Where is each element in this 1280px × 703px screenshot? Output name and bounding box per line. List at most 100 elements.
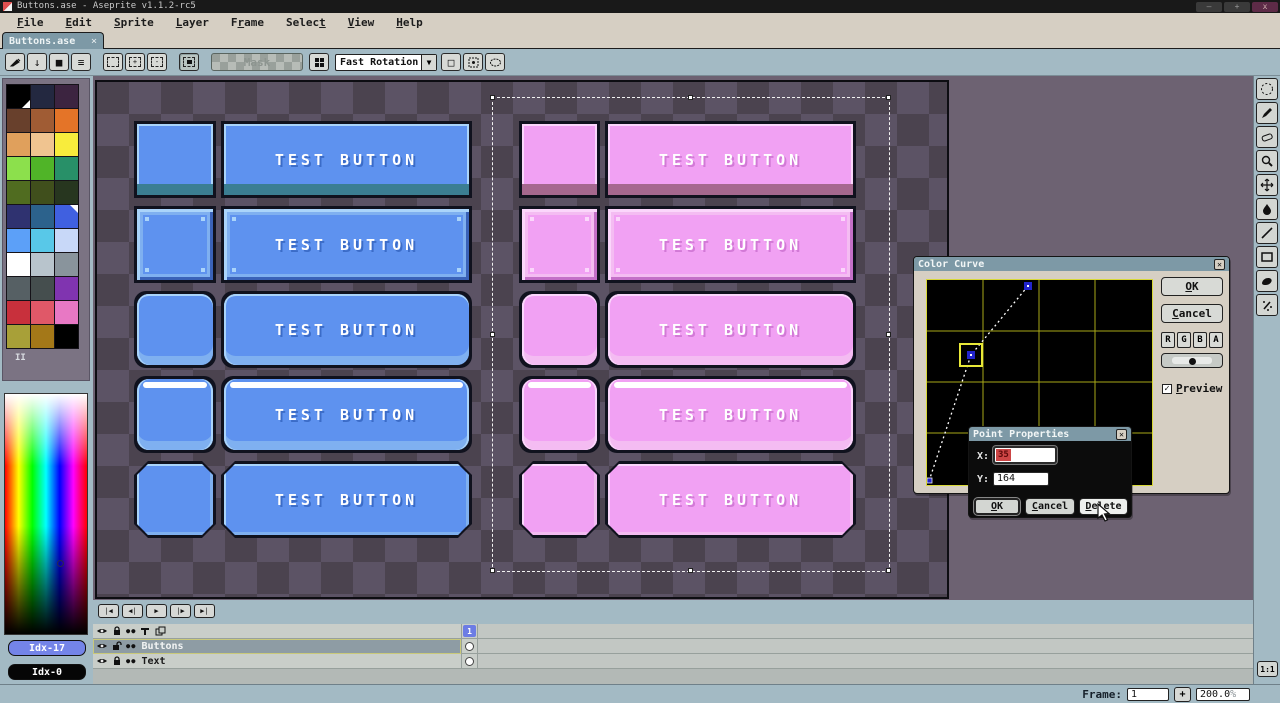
onion-skin-icon[interactable]: ●● xyxy=(126,627,136,635)
replace-selection-icon[interactable] xyxy=(103,53,123,71)
selection-handle[interactable] xyxy=(688,95,693,100)
tab-buttons-ase[interactable]: Buttons.ase × xyxy=(2,32,104,49)
point-ok-button[interactable]: OK xyxy=(974,498,1020,515)
palette-swatch[interactable] xyxy=(55,85,78,108)
layer-name-cell[interactable]: ●●Buttons xyxy=(93,639,461,654)
background-index-button[interactable]: Idx-0 xyxy=(8,664,86,680)
menu-item-help[interactable]: Help xyxy=(385,16,434,29)
foreground-index-button[interactable]: Idx-17 xyxy=(8,640,86,656)
palette-swatch[interactable] xyxy=(55,133,78,156)
point-properties-titlebar[interactable]: Point Properties ✕ xyxy=(969,427,1131,441)
color-curve-titlebar[interactable]: Color Curve ✕ xyxy=(914,257,1229,271)
filled-square-icon[interactable]: ■ xyxy=(49,53,69,71)
selection-handle[interactable] xyxy=(490,95,495,100)
point-cancel-button[interactable]: Cancel xyxy=(1025,498,1075,515)
palette-swatch[interactable] xyxy=(7,205,30,228)
palette-swatch[interactable] xyxy=(31,205,54,228)
palette-swatch[interactable] xyxy=(7,181,30,204)
pivot-icon[interactable] xyxy=(463,53,483,71)
palette-swatch[interactable] xyxy=(55,181,78,204)
selection-handle[interactable] xyxy=(490,568,495,573)
palette-swatch[interactable] xyxy=(55,109,78,132)
menu-item-view[interactable]: View xyxy=(337,16,386,29)
arrow-down-icon[interactable]: ↓ xyxy=(27,53,47,71)
curve-ok-button[interactable]: OK xyxy=(1161,277,1223,296)
preview-checkbox[interactable]: ✓ xyxy=(1162,384,1172,394)
channel-button-a[interactable]: A xyxy=(1209,332,1223,348)
first-frame-button[interactable]: |◀ xyxy=(98,604,119,618)
palette-swatch[interactable] xyxy=(55,157,78,180)
menu-lines-icon[interactable]: ≡ xyxy=(71,53,91,71)
palette-swatch[interactable] xyxy=(31,325,54,348)
maximize-button[interactable]: + xyxy=(1224,2,1250,12)
frame-number-cell[interactable]: 1 xyxy=(461,624,477,639)
add-frame-button[interactable]: + xyxy=(1174,687,1191,702)
palette-swatch[interactable] xyxy=(7,325,30,348)
add-selection-icon[interactable]: + xyxy=(125,53,145,71)
rotation-dropdown[interactable]: Fast Rotation ▼ xyxy=(335,54,437,71)
palette-swatch[interactable] xyxy=(55,277,78,300)
y-input[interactable]: 164 xyxy=(993,472,1049,486)
cel-cell[interactable] xyxy=(461,639,477,654)
onion-skin-icon[interactable]: ●● xyxy=(126,657,136,665)
selection-handle[interactable] xyxy=(886,95,891,100)
palette-swatch[interactable] xyxy=(31,277,54,300)
palette-swatch[interactable] xyxy=(7,301,30,324)
palette-swatch[interactable] xyxy=(31,229,54,252)
selection-handle[interactable] xyxy=(688,568,693,573)
palette-swatch[interactable] xyxy=(55,229,78,252)
x-input[interactable]: 35 xyxy=(993,446,1057,464)
menu-item-layer[interactable]: Layer xyxy=(165,16,220,29)
zoom-input[interactable]: 200.0% xyxy=(1196,688,1250,701)
menu-item-file[interactable]: File xyxy=(6,16,55,29)
grid-icon[interactable] xyxy=(309,53,329,71)
contour-tool[interactable] xyxy=(1256,270,1278,292)
menu-item-frame[interactable]: Frame xyxy=(220,16,275,29)
palette-swatch[interactable] xyxy=(31,85,54,108)
channel-button-g[interactable]: G xyxy=(1177,332,1191,348)
palette-swatch[interactable] xyxy=(55,253,78,276)
frames-strip[interactable] xyxy=(477,624,1253,639)
marquee-tool[interactable] xyxy=(1256,78,1278,100)
color-spectrum-picker[interactable] xyxy=(4,393,88,635)
layers-icon[interactable] xyxy=(154,626,166,637)
last-frame-button[interactable]: ▶| xyxy=(194,604,215,618)
menu-item-select[interactable]: Select xyxy=(275,16,337,29)
cel-cell[interactable] xyxy=(461,654,477,669)
lock-icon[interactable] xyxy=(111,656,123,667)
palette-swatch[interactable] xyxy=(55,325,78,348)
active-selection-icon[interactable] xyxy=(179,53,199,71)
one-to-one-zoom-button[interactable]: 1:1 xyxy=(1257,661,1278,677)
continuous-icon[interactable] xyxy=(139,626,151,637)
frames-strip[interactable] xyxy=(477,654,1253,669)
prev-frame-button[interactable]: ◀| xyxy=(122,604,143,618)
channel-button-r[interactable]: R xyxy=(1161,332,1175,348)
minimize-button[interactable]: – xyxy=(1196,2,1222,12)
eye-icon[interactable] xyxy=(96,641,108,652)
palette-swatch[interactable] xyxy=(7,277,30,300)
selection-handle[interactable] xyxy=(886,568,891,573)
palette-swatch[interactable] xyxy=(31,157,54,180)
close-button[interactable]: x xyxy=(1252,2,1278,12)
subtract-selection-icon[interactable]: - xyxy=(147,53,167,71)
layer-row-text[interactable]: ●●Text xyxy=(93,654,1253,669)
next-frame-button[interactable]: |▶ xyxy=(170,604,191,618)
palette-swatch[interactable] xyxy=(7,133,30,156)
palette-swatch[interactable] xyxy=(7,85,30,108)
rect-handle-icon[interactable]: □ xyxy=(441,53,461,71)
pencil-option-icon[interactable] xyxy=(5,53,25,71)
jumble-tool[interactable] xyxy=(1256,294,1278,316)
eraser-tool[interactable] xyxy=(1256,126,1278,148)
move-tool[interactable] xyxy=(1256,174,1278,196)
slider-knob[interactable] xyxy=(1189,358,1196,365)
ellipse-handle-icon[interactable] xyxy=(485,53,505,71)
layer-name-cell[interactable]: ●●Text xyxy=(93,654,461,669)
palette-swatch[interactable] xyxy=(31,301,54,324)
palette-swatch[interactable] xyxy=(55,205,78,228)
channel-slider[interactable] xyxy=(1161,353,1223,368)
selection-handle[interactable] xyxy=(886,332,891,337)
palette-swatch[interactable] xyxy=(7,109,30,132)
line-tool[interactable] xyxy=(1256,222,1278,244)
menu-item-edit[interactable]: Edit xyxy=(55,16,104,29)
layer-row-buttons[interactable]: ●●Buttons xyxy=(93,639,1253,654)
